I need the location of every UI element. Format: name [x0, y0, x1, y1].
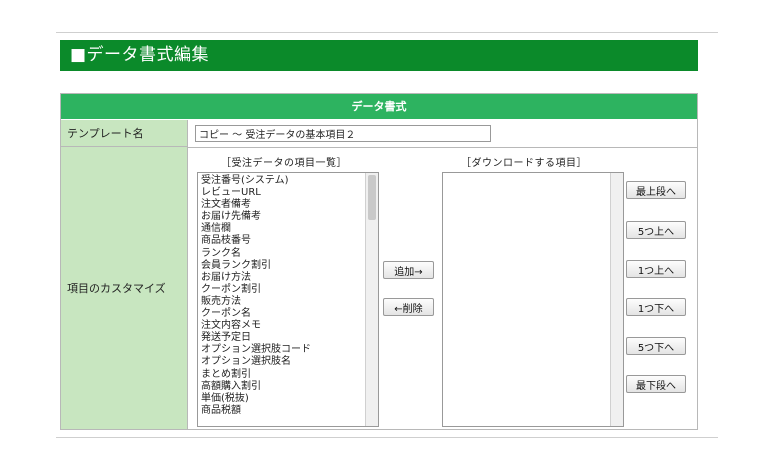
list-item[interactable]: オプション選択肢名 — [201, 356, 361, 368]
list-item[interactable]: クーポン名 — [201, 308, 361, 320]
template-name-label: テンプレート名 — [61, 120, 188, 147]
move-down-1-button[interactable]: 1つ下へ — [626, 298, 686, 316]
move-up-5-button[interactable]: 5つ上へ — [626, 221, 686, 239]
list-item[interactable]: まとめ割引 — [201, 369, 361, 381]
list-item[interactable]: 販売方法 — [201, 296, 361, 308]
available-items: 受注番号(システム) レビューURL 注文者備考 お届け先備考 通信欄 商品枝番号 ランク名… — [201, 175, 361, 417]
list-item[interactable]: お届け先備考 — [201, 211, 361, 223]
move-up-1-button[interactable]: 1つ上へ — [626, 260, 686, 278]
table-header: データ書式 — [61, 94, 697, 119]
list-item[interactable]: ランク名 — [201, 248, 361, 260]
row-divider — [188, 147, 697, 148]
customize-label: 項目のカスタマイズ — [61, 147, 188, 429]
move-top-button[interactable]: 最上段へ — [626, 181, 686, 199]
list-item[interactable]: 会員ランク割引 — [201, 260, 361, 272]
available-items-listbox[interactable]: 受注番号(システム) レビューURL 注文者備考 お届け先備考 通信欄 商品枝番号 ランク名… — [197, 172, 379, 427]
list-item[interactable]: 注文者備考 — [201, 199, 361, 211]
customize-label-text: 項目のカスタマイズ — [67, 282, 166, 295]
scrollbar-thumb[interactable] — [368, 175, 376, 220]
top-divider — [56, 32, 718, 33]
available-list-scrollbar[interactable] — [365, 173, 378, 426]
template-name-label-text: テンプレート名 — [67, 127, 144, 140]
list-item[interactable]: 単価(税抜) — [201, 393, 361, 405]
list-item[interactable]: 商品税額 — [201, 405, 361, 417]
list-item[interactable]: 高額購入割引 — [201, 381, 361, 393]
list-item[interactable]: オプション選択肢コード — [201, 344, 361, 356]
list-item[interactable]: お届け方法 — [201, 272, 361, 284]
list-item[interactable]: 通信欄 — [201, 223, 361, 235]
available-list-caption: ［受注データの項目一覧］ — [221, 158, 347, 169]
list-item[interactable]: クーポン割引 — [201, 284, 361, 296]
template-name-input[interactable] — [195, 125, 491, 142]
list-item[interactable]: 商品枝番号 — [201, 235, 361, 247]
list-item[interactable]: 注文内容メモ — [201, 320, 361, 332]
remove-button[interactable]: ←削除 — [383, 298, 434, 316]
format-table: データ書式 テンプレート名 項目のカスタマイズ ［受注データの項目一覧］ ［ダウ… — [60, 93, 698, 430]
list-item[interactable]: 受注番号(システム) — [201, 175, 361, 187]
move-bottom-button[interactable]: 最下段へ — [626, 375, 686, 393]
list-item[interactable]: レビューURL — [201, 187, 361, 199]
selected-items-listbox[interactable] — [442, 172, 624, 427]
page-title: ■データ書式編集 — [60, 40, 698, 71]
bottom-divider — [56, 437, 718, 438]
selected-list-scrollbar[interactable] — [610, 173, 623, 426]
move-down-5-button[interactable]: 5つ下へ — [626, 337, 686, 355]
list-item[interactable]: 発送予定日 — [201, 332, 361, 344]
add-button[interactable]: 追加→ — [383, 261, 434, 279]
selected-list-caption: ［ダウンロードする項目］ — [461, 158, 587, 169]
